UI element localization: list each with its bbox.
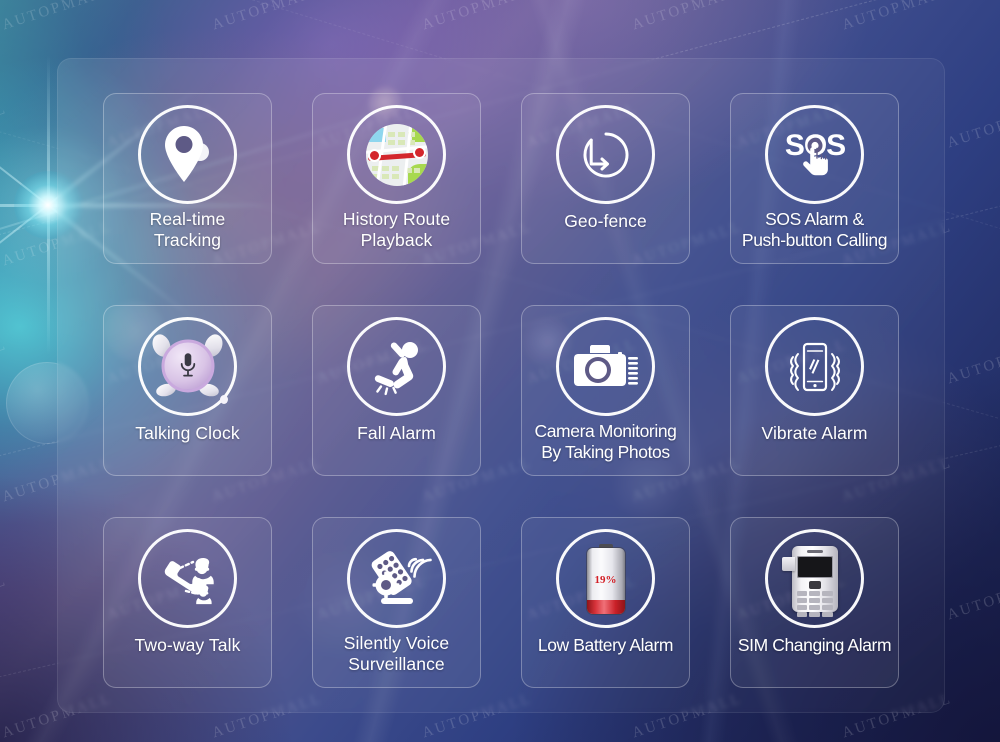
sos-hand-press-icon: SOS bbox=[765, 105, 864, 204]
person-falling-icon bbox=[347, 317, 446, 416]
feature-card-real-time-tracking[interactable]: Real-time Tracking bbox=[103, 93, 272, 264]
watermark-text: AUTOPMALL bbox=[630, 0, 745, 34]
battery-low-icon: 19% bbox=[556, 529, 655, 628]
feature-label: Vibrate Alarm bbox=[761, 423, 868, 443]
feature-label: Real-time Tracking bbox=[149, 209, 226, 250]
feature-label: Low Battery Alarm bbox=[537, 635, 674, 655]
geofence-circle-arrow-icon bbox=[556, 105, 655, 204]
watermark-text: AUTOPMALL bbox=[840, 0, 955, 34]
phone-vibrating-icon bbox=[765, 317, 864, 416]
feature-card-low-battery-alarm[interactable]: 19% Low Battery Alarm bbox=[521, 517, 690, 688]
map-route-icon bbox=[347, 105, 446, 204]
feature-card-sim-changing-alarm[interactable]: SIM Changing Alarm bbox=[730, 517, 899, 688]
location-pin-icon bbox=[138, 105, 237, 204]
feature-label: History Route Playback bbox=[342, 209, 451, 250]
screenshot-root: AUTOPMALL AUTOPMALL AUTOPMALL AUTOPMALL AUTO… bbox=[0, 0, 1000, 742]
mobile-phone-sim-icon bbox=[765, 529, 864, 628]
watermark-text: AUTOPMALL bbox=[210, 0, 325, 34]
feature-label: Silently Voice Surveillance bbox=[343, 633, 450, 674]
watermark-text: AUTOPMALL bbox=[945, 336, 1000, 388]
alarm-clock-microphone-icon bbox=[138, 317, 237, 416]
feature-label: Fall Alarm bbox=[357, 423, 436, 443]
watermark-text: AUTOPMALL bbox=[945, 572, 1000, 624]
handset-two-persons-icon bbox=[138, 529, 237, 628]
feature-card-camera-monitoring[interactable]: Camera Monitoring By Taking Photos bbox=[521, 305, 690, 476]
watermark-text: AUTOPMALL bbox=[0, 572, 10, 624]
watermark-text: AUTOPMALL bbox=[0, 336, 10, 388]
feature-label: Talking Clock bbox=[135, 423, 240, 443]
watermark-text: AUTOPMALL bbox=[945, 100, 1000, 152]
feature-label: SOS Alarm & Push-button Calling bbox=[741, 209, 888, 250]
feature-label: Camera Monitoring By Taking Photos bbox=[534, 421, 677, 462]
feature-card-silently-voice-surveillance[interactable]: Silently Voice Surveillance bbox=[312, 517, 481, 688]
battery-percent-label: 19% bbox=[594, 574, 617, 587]
feature-card-vibrate-alarm[interactable]: Vibrate Alarm bbox=[730, 305, 899, 476]
feature-grid: Real-time Tracking History Route Playbac… bbox=[103, 93, 899, 688]
feature-label: Geo-fence bbox=[564, 211, 647, 231]
feature-card-two-way-talk[interactable]: Two-way Talk bbox=[103, 517, 272, 688]
feature-label: SIM Changing Alarm bbox=[737, 635, 892, 655]
watermark-text: AUTOPMALL bbox=[420, 0, 535, 34]
feature-card-geo-fence[interactable]: Geo-fence bbox=[521, 93, 690, 264]
watermark-text: AUTOPMALL bbox=[0, 100, 10, 152]
camera-icon bbox=[556, 317, 655, 416]
watermark-text: AUTOPMALL bbox=[0, 0, 115, 34]
feature-card-history-route-playback[interactable]: History Route Playback bbox=[312, 93, 481, 264]
feature-card-sos-alarm[interactable]: SOS SOS Alarm & Push-button Calling bbox=[730, 93, 899, 264]
feature-card-fall-alarm[interactable]: Fall Alarm bbox=[312, 305, 481, 476]
remote-control-signal-icon bbox=[347, 529, 446, 628]
feature-card-talking-clock[interactable]: Talking Clock bbox=[103, 305, 272, 476]
feature-label: Two-way Talk bbox=[134, 635, 241, 655]
